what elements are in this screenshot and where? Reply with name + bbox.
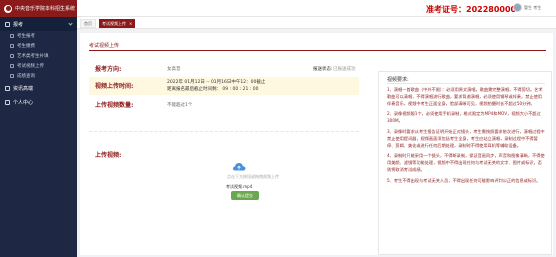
notice-body: 1、演唱一首歌曲（中外不限）：必须用原文演唱，歌曲需完整演唱，不得剪切。艺术歌曲… (387, 87, 545, 189)
sidebar-group-label: 个人中心 (13, 99, 34, 106)
tab-video-upload[interactable]: 考试视频上传 × (99, 19, 136, 28)
brand-logo[interactable]: 中央音乐学院本科招生系统 (0, 0, 77, 17)
chevron-down-icon (68, 21, 73, 26)
brand-title: 中央音乐学院本科招生系统 (15, 6, 76, 12)
time-range: 2022年 01月12日 -- 01月16日中午12：00截止 (167, 80, 266, 85)
exam-number-value: 202280000 (466, 5, 517, 14)
close-icon[interactable]: × (129, 21, 132, 26)
notice-title: 视频要求: (387, 77, 409, 83)
tab-bar: 首页 考试视频上传 × (77, 17, 556, 29)
time-remaining: 距离报名最后截止时间剩： 09 : 00 : 21 : 00 (167, 87, 259, 92)
requirement-item: 5、考生不得出现与考试无关人员，不得出现任何可能影响评判公正的信息或标识。 (387, 177, 541, 183)
register-icon (10, 34, 14, 38)
sidebar-group-profile[interactable]: 个人中心 (0, 95, 77, 109)
upload-dropzone[interactable]: 上传视频: 点击下方按钮或拖拽视频上传 考试视频.mp4 确认提交 (89, 134, 359, 253)
sidebar-item-label: 考试视频上传 (17, 64, 44, 69)
payment-icon (10, 44, 14, 48)
sidebar-item-label: 成绩查询 (17, 74, 35, 79)
section-divider (89, 131, 359, 132)
sidebar-item-register[interactable]: 考生报考 (0, 31, 77, 41)
sidebar-item-payment[interactable]: 考生缴费 (0, 41, 77, 51)
school-logo-icon (4, 4, 12, 13)
status-value: 已报送成功 (333, 67, 356, 72)
direction-label: 报考方向: (95, 66, 122, 73)
status-label: 报送状态: (313, 67, 333, 72)
user-name[interactable]: 管生 考生 (524, 5, 541, 11)
cloud-upload-icon (232, 163, 246, 171)
upload-panel: 报考方向: 女高音 报送状态: 已报送成功 视频上传时间: 2022年 01月1… (89, 59, 359, 253)
tab-home[interactable]: 首页 (80, 19, 96, 28)
sidebar-item-label: 考生缴费 (17, 44, 35, 49)
sidebar-item-label: 艺术类考生补填 (17, 54, 49, 59)
exam-number-label: 准考证号： (426, 5, 466, 14)
sidebar-group-label: 报考 (13, 21, 24, 28)
tab-label: 首页 (84, 20, 92, 26)
sidebar-item-scores[interactable]: 成绩查询 (0, 71, 77, 81)
tab-label: 考试视频上传 (102, 20, 126, 26)
user-avatar[interactable] (513, 3, 522, 12)
count-label: 上传视频数量: (95, 102, 134, 109)
apply-icon (5, 21, 10, 27)
title-divider (89, 50, 546, 51)
sidebar: 报考 考生报考 考生缴费 艺术类考生补填 考试视频上传 成绩查询 资讯高端 个人… (0, 17, 77, 257)
sidebar-item-label: 考生报考 (17, 34, 35, 39)
requirement-item: 4、录制时只能采用一个镜头，不得断录制，保证音画同步，声音和图像清晰，不得使用美… (387, 153, 545, 172)
requirement-item: 1、演唱一首歌曲（中外不限）：必须用原文演唱，歌曲需完整演唱，不得剪切。艺术歌曲… (387, 87, 543, 106)
sidebar-group-news[interactable]: 资讯高端 (0, 81, 77, 95)
video-requirements-panel: 视频要求: 1、演唱一首歌曲（中外不限）：必须用原文演唱，歌曲需完整演唱，不得剪… (378, 71, 552, 255)
sidebar-group-apply[interactable]: 报考 (0, 17, 77, 31)
main-content: 考试视频上传 报考方向: 女高音 报送状态: 已报送成功 视频上传时间: 202… (80, 33, 553, 255)
scores-icon (10, 74, 14, 78)
page-title: 考试视频上传 (89, 43, 120, 49)
video-label: 上传视频: (95, 152, 122, 159)
notice-divider (387, 83, 545, 84)
requirement-item: 2、录像视频限1个，必须使用手机录制，格式限定为MP4和MOV，视频大小不超过3… (387, 111, 541, 124)
top-bar: 中央音乐学院本科招生系统 准考证号：202280000 管生 考生 (0, 0, 556, 17)
file-name: 考试视频.mp4 (226, 184, 253, 189)
video-icon (10, 64, 14, 68)
count-value: 不能超过1个 (167, 103, 193, 108)
sidebar-item-video-upload[interactable]: 考试视频上传 (0, 61, 77, 71)
news-icon (5, 85, 10, 91)
supplement-icon (10, 54, 14, 58)
user-icon (5, 99, 10, 105)
sidebar-group-label: 资讯高端 (13, 85, 34, 92)
requirement-item: 3、录像时要求从考生报告证明开始正对镜头，考生需按照要求依次进行，演唱过程中禁止… (387, 128, 545, 148)
exam-number: 准考证号：202280000 (426, 4, 516, 15)
sidebar-item-supplement[interactable]: 艺术类考生补填 (0, 51, 77, 61)
upload-hint: 点击下方按钮或拖拽视频上传 (227, 174, 279, 179)
submit-button[interactable]: 确认提交 (231, 191, 259, 200)
direction-value: 女高音 (167, 67, 181, 72)
time-label: 视频上传时间: (95, 83, 134, 90)
